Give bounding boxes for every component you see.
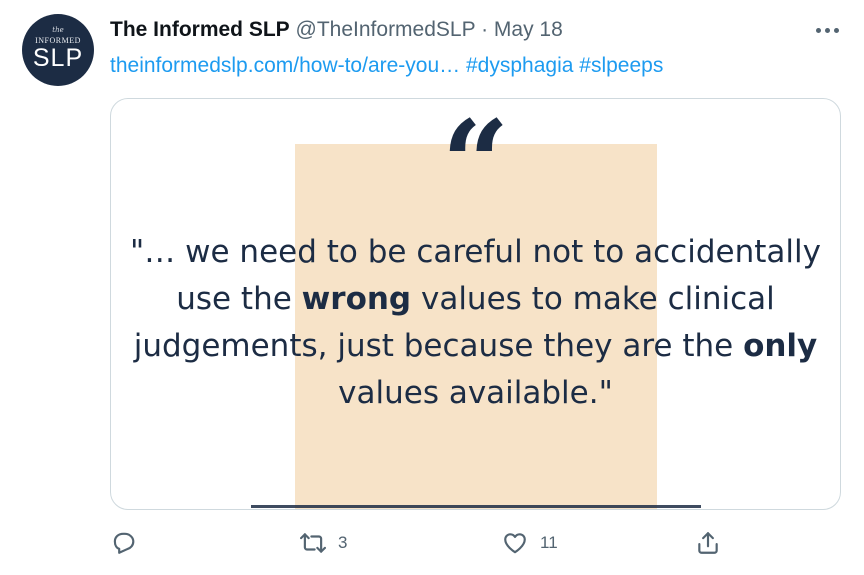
retweet-icon [300, 533, 326, 553]
more-dot [824, 27, 830, 33]
more-dot [815, 27, 821, 33]
quote-text: "… we need to be careful not to accident… [111, 229, 840, 417]
more-options-icon[interactable] [814, 20, 840, 40]
share-icon [698, 532, 718, 554]
tweet-date[interactable]: May 18 [494, 18, 563, 41]
article-link[interactable]: theinformedslp.com/how-to/are-you… [110, 54, 460, 77]
tweet-actions: 3 11 [110, 527, 844, 559]
more-dot [833, 27, 839, 33]
tweet-header: The Informed SLP @TheInformedSLP · May 1… [110, 18, 844, 48]
reply-icon [113, 532, 135, 554]
retweet-count: 3 [338, 533, 348, 552]
header-separator: · [481, 18, 489, 41]
avatar-text-slp: SLP [32, 44, 84, 72]
like-button[interactable]: 11 [502, 527, 558, 559]
user-handle[interactable]: @TheInformedSLP [296, 18, 476, 41]
reply-button[interactable] [110, 527, 148, 559]
like-count: 11 [540, 533, 558, 552]
hashtag-dysphagia[interactable]: #dysphagia [466, 54, 573, 77]
tweet-text: theinformedslp.com/how-to/are-you… #dysp… [110, 54, 663, 78]
heart-icon [504, 533, 526, 554]
quote-emphasis-wrong: wrong [301, 281, 412, 317]
avatar[interactable]: the INFORMED SLP [22, 14, 94, 86]
quote-underline [251, 505, 701, 508]
retweet-button[interactable]: 3 [300, 527, 347, 559]
quote-emphasis-only: only [743, 328, 818, 364]
hashtag-slpeeps[interactable]: #slpeeps [579, 54, 663, 77]
quote-text-post: values available." [338, 375, 613, 411]
share-button[interactable] [695, 527, 721, 559]
avatar-text-the: the [52, 26, 64, 34]
quote-image-card[interactable]: “ "… we need to be careful not to accide… [110, 98, 841, 510]
display-name[interactable]: The Informed SLP [110, 18, 290, 41]
quote-mark-icon: “ [441, 98, 510, 233]
